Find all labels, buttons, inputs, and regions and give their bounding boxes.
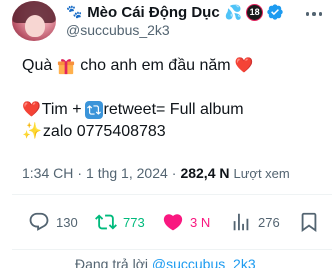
views-button[interactable]: 276 xyxy=(230,206,280,238)
sparkles-icon: ✨ xyxy=(22,123,42,140)
replying-mention[interactable]: @succubus_2k3 xyxy=(152,256,256,268)
meta-separator: · xyxy=(77,165,83,181)
reply-count: 130 xyxy=(56,214,78,230)
author-handle[interactable]: @succubus_2k3 xyxy=(66,22,170,38)
tweet-line-1-end: cho anh em đầu năm xyxy=(80,57,231,74)
author-name-row: 🐾 Mèo Cái Động Dục 💦 18 xyxy=(66,2,284,22)
tweet-actions: 130 773 3 N 276 xyxy=(0,206,335,238)
tweet-meta: 1:34 CH · 1 thg 1, 2024 · 282,4 N Lượt x… xyxy=(22,165,290,181)
heart-icon: ❤️ xyxy=(22,101,41,118)
paw-icon: 🐾 xyxy=(66,4,83,19)
reply-icon xyxy=(29,212,49,231)
like-count: 3 N xyxy=(190,214,211,230)
avatar-face xyxy=(25,15,45,37)
age-18-badge-icon: 18 xyxy=(246,3,264,21)
views-label: Lượt xem xyxy=(233,166,290,181)
replying-label: Đang trả lời xyxy=(75,256,148,268)
views-count: 282,4 N xyxy=(180,165,230,181)
tweet-line-3-text: zalo 0775408783 xyxy=(42,123,166,140)
tweet-line-2-start: Tim + xyxy=(41,101,82,118)
tweet-time[interactable]: 1:34 CH xyxy=(22,165,73,181)
gift-icon xyxy=(58,59,75,75)
divider xyxy=(12,249,332,250)
tweet-line-1: Quà cho anh em đầu năm ❤️ xyxy=(22,56,257,76)
retweet-button[interactable]: 773 xyxy=(95,206,145,238)
views-action-count: 276 xyxy=(258,214,280,230)
reply-button[interactable]: 130 xyxy=(28,206,78,238)
divider xyxy=(12,194,332,195)
retweet-icon xyxy=(95,214,117,230)
avatar[interactable] xyxy=(12,1,56,41)
retweet-count: 773 xyxy=(123,214,145,230)
views-icon xyxy=(233,213,249,231)
verified-icon[interactable] xyxy=(266,3,284,21)
more-icon[interactable] xyxy=(300,4,328,24)
tweet-date[interactable]: 1 thg 1, 2024 xyxy=(86,165,168,181)
droplets-icon: 💦 xyxy=(224,3,243,20)
heart-icon: ❤️ xyxy=(234,57,254,74)
like-button[interactable]: 3 N xyxy=(162,206,210,238)
meta-separator-2: · xyxy=(171,165,177,181)
like-icon xyxy=(163,214,183,231)
tweet-header: 🐾 Mèo Cái Động Dục 💦 18 @succubus_2k3 xyxy=(0,0,335,44)
bookmark-button[interactable] xyxy=(298,206,320,238)
tweet-line-3: ✨ zalo 0775408783 xyxy=(22,122,166,142)
bookmark-icon xyxy=(301,212,317,233)
tweet-line-2-end: retweet= Full album xyxy=(103,101,244,118)
tweet-line-2: ❤️ Tim + retweet= Full album xyxy=(22,100,244,120)
replying-to: Đang trả lời @succubus_2k3 xyxy=(75,256,256,268)
author-display-name[interactable]: Mèo Cái Động Dục xyxy=(87,4,220,21)
retweet-emoji-icon xyxy=(84,101,103,119)
tweet-line-1-start: Quà xyxy=(22,57,53,74)
